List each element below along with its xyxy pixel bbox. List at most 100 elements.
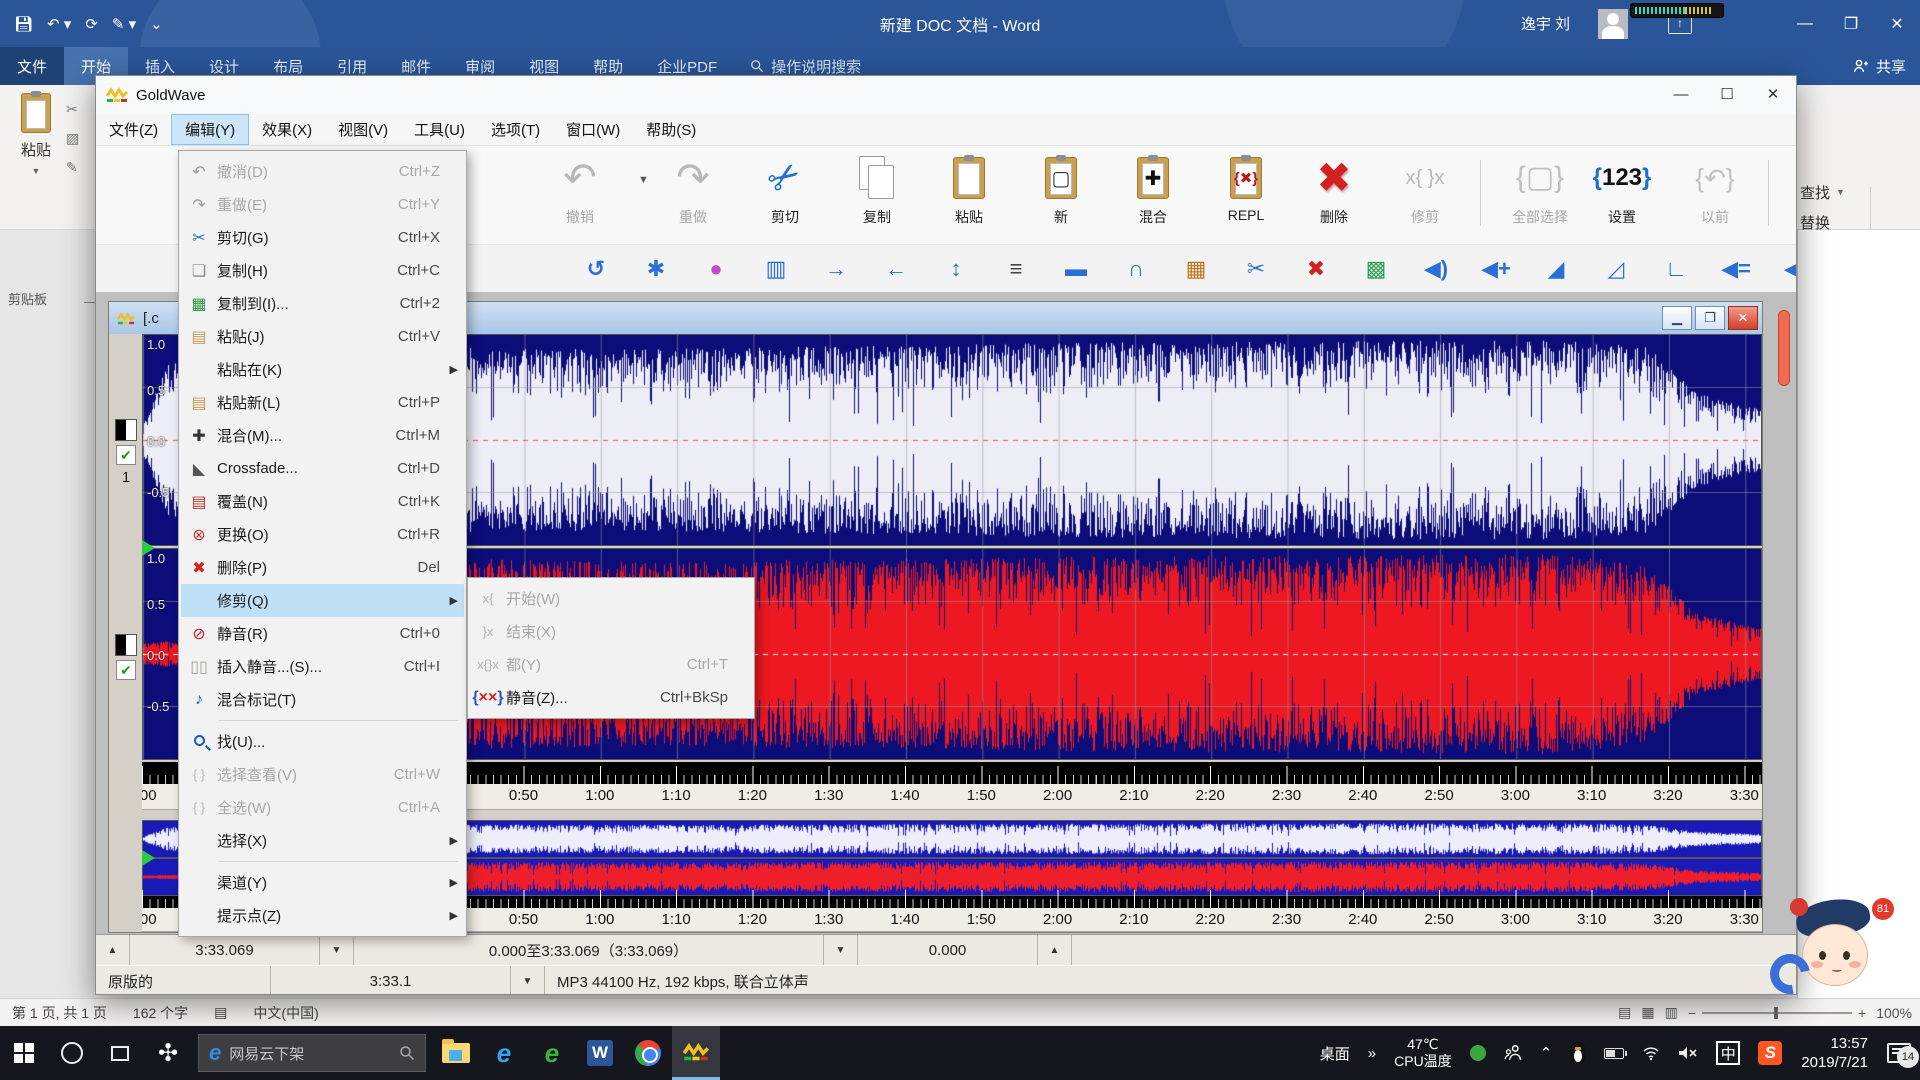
wifi-icon[interactable] bbox=[1633, 1026, 1669, 1080]
ime-indicator[interactable]: 中 bbox=[1707, 1026, 1749, 1080]
notification-center-icon[interactable]: 14 bbox=[1878, 1026, 1920, 1080]
print-layout-icon[interactable]: ▦ bbox=[1641, 1004, 1654, 1021]
battery-icon[interactable] bbox=[1595, 1026, 1633, 1080]
user-name[interactable]: 逸宇 刘 bbox=[1521, 0, 1570, 47]
effect-cut-small-icon[interactable]: ✂ bbox=[1239, 252, 1273, 286]
channel-view-icon[interactable] bbox=[115, 634, 137, 656]
toolbar-select-all-button[interactable]: {▢}全部选择 bbox=[1494, 152, 1586, 238]
effect-undo-small-icon[interactable]: ↺ bbox=[579, 252, 613, 286]
edit-menu-item-复制到(I)...[interactable]: ▦复制到(I)...Ctrl+2 bbox=[181, 287, 464, 320]
effect-fade-corner-icon[interactable]: ◿ bbox=[1599, 252, 1633, 286]
gw-menu-窗口(W)[interactable]: 窗口(W) bbox=[553, 114, 633, 145]
green-status-icon[interactable] bbox=[1461, 1026, 1495, 1080]
gw-menu-选项(T)[interactable]: 选项(T) bbox=[478, 114, 553, 145]
effect-levels-icon[interactable]: ▥ bbox=[759, 252, 793, 286]
chrome-icon[interactable] bbox=[624, 1026, 672, 1080]
overflow-chevron[interactable]: » bbox=[1359, 1026, 1385, 1080]
effect-fade-down-icon[interactable]: ◢ bbox=[1539, 252, 1573, 286]
effect-speaker-alert-icon[interactable]: ◀! bbox=[1779, 252, 1797, 286]
toolbar-set-123-button[interactable]: {123}设置 bbox=[1576, 152, 1668, 238]
paste-button[interactable]: 粘贴 ▼ bbox=[10, 93, 62, 205]
toolbar-mix-button[interactable]: ✚混合 bbox=[1107, 152, 1199, 238]
word-restore-button[interactable]: ❐ bbox=[1828, 0, 1874, 47]
start-button[interactable] bbox=[0, 1026, 48, 1080]
taskbar-search-box[interactable]: e 网易云下架 bbox=[198, 1034, 426, 1072]
word-count[interactable]: 162 个字 bbox=[133, 1003, 188, 1023]
toolbar-delete-button[interactable]: ✖删除 bbox=[1288, 152, 1380, 238]
sound-restore-button[interactable]: ❐ bbox=[1695, 306, 1725, 330]
word-minimize-button[interactable]: — bbox=[1782, 0, 1828, 47]
gw-close-button[interactable]: ✕ bbox=[1750, 76, 1796, 112]
effect-speaker-icon[interactable]: ◀) bbox=[1419, 252, 1453, 286]
toolbar-undo-button[interactable]: ↶撤销 bbox=[534, 152, 626, 238]
redo-icon[interactable]: ⟳ bbox=[85, 15, 98, 33]
edit-menu-item-提示点(Z)[interactable]: 提示点(Z)▶ bbox=[181, 899, 464, 932]
word-taskbar-icon[interactable]: W bbox=[576, 1026, 624, 1080]
cut-icon[interactable]: ✂ bbox=[66, 101, 79, 118]
length-dropdown[interactable]: ▼ bbox=[320, 935, 354, 965]
effect-sliders-icon[interactable]: ≡ bbox=[999, 252, 1033, 286]
desktop-label[interactable]: 桌面 bbox=[1311, 1026, 1359, 1080]
edit-menu-item-混合标记(T)[interactable]: ♪混合标记(T) bbox=[181, 683, 464, 716]
qq-icon[interactable] bbox=[1561, 1026, 1595, 1080]
effect-corner-icon[interactable]: ∟ bbox=[1659, 252, 1693, 286]
find-button[interactable]: 查找▼ bbox=[1797, 177, 1920, 207]
gw-menu-效果(X)[interactable]: 效果(X) bbox=[249, 114, 325, 145]
trim-submenu-item-静音(Z)...[interactable]: {××}静音(Z)...Ctrl+BkSp bbox=[470, 681, 752, 714]
people-icon[interactable] bbox=[1495, 1026, 1531, 1080]
trim-submenu-item-结束(X)[interactable]: }x结束(X) bbox=[470, 615, 752, 648]
edit-menu-item-修剪(Q)[interactable]: 修剪(Q)▶ bbox=[181, 584, 464, 617]
green-browser-icon[interactable]: e bbox=[528, 1026, 576, 1080]
hidden-icons-chevron[interactable]: ⌃ bbox=[1531, 1026, 1562, 1080]
effect-pills-icon[interactable]: ▬ bbox=[1059, 252, 1093, 286]
copy-icon[interactable]: ▨ bbox=[66, 130, 79, 147]
toolbar-all-find-button[interactable]: ⌀所有 bbox=[1784, 152, 1797, 238]
sound-close-button[interactable]: ✕ bbox=[1728, 306, 1758, 330]
undo-icon[interactable]: ↶ ▾ bbox=[47, 15, 71, 33]
gw-menu-编辑(Y)[interactable]: 编辑(Y) bbox=[171, 114, 249, 145]
edit-menu-item-找(U)...[interactable]: 找(U)... bbox=[181, 725, 464, 758]
edit-menu-item-粘贴在(K)[interactable]: 粘贴在(K)▶ bbox=[181, 353, 464, 386]
effect-sparkle-icon[interactable]: ✱ bbox=[639, 252, 673, 286]
edit-menu-item-渠道(Y)[interactable]: 渠道(Y)▶ bbox=[181, 866, 464, 899]
cpu-temperature[interactable]: 47℃CPU温度 bbox=[1385, 1026, 1461, 1080]
effect-arrow-right-icon[interactable]: → bbox=[819, 252, 853, 286]
edit-menu-item-覆盖(N)[interactable]: ▤覆盖(N)Ctrl+K bbox=[181, 485, 464, 518]
edit-menu-item-混合(M)...[interactable]: ✚混合(M)...Ctrl+M bbox=[181, 419, 464, 452]
toolbar-paste-button[interactable]: 粘贴 bbox=[923, 152, 1015, 238]
avatar[interactable] bbox=[1598, 9, 1628, 39]
language-indicator[interactable]: 中文(中国) bbox=[253, 1003, 318, 1023]
save-icon[interactable]: 💾︎ bbox=[14, 15, 33, 33]
toolbar-trim-button[interactable]: x{ }x修剪 bbox=[1379, 152, 1471, 238]
edit-menu-item-选择(X)[interactable]: 选择(X)▶ bbox=[181, 824, 464, 857]
goldwave-taskbar-icon[interactable] bbox=[672, 1026, 720, 1080]
channel-enabled-checkbox[interactable]: ✔ bbox=[116, 445, 136, 465]
selection-dropdown[interactable]: ▼ bbox=[824, 935, 858, 965]
pinwheel-app-icon[interactable]: ✣ bbox=[144, 1026, 192, 1080]
ink-pen-icon[interactable]: ✎ ▾ bbox=[112, 15, 136, 33]
format-painter-icon[interactable]: ✎ bbox=[66, 159, 79, 176]
edit-menu-item-撤消(D)[interactable]: ↶撤消(D)Ctrl+Z bbox=[181, 155, 464, 188]
effect-arrow-updown-icon[interactable]: ↕ bbox=[939, 252, 973, 286]
proofing-icon[interactable]: ▤ bbox=[214, 1004, 227, 1021]
edit-menu-item-粘贴新(L)[interactable]: ▤粘贴新(L)Ctrl+P bbox=[181, 386, 464, 419]
gw-menu-工具(U)[interactable]: 工具(U) bbox=[401, 114, 478, 145]
edit-menu-item-全选(W)[interactable]: { }全选(W)Ctrl+A bbox=[181, 791, 464, 824]
goldwave-titlebar[interactable]: GoldWave — ☐ ✕ bbox=[96, 76, 1796, 114]
internet-explorer-icon[interactable]: e bbox=[480, 1026, 528, 1080]
length-spin-up[interactable]: ▲ bbox=[96, 935, 130, 965]
file-explorer-icon[interactable] bbox=[432, 1026, 480, 1080]
length-value[interactable]: 3:33.069 bbox=[130, 935, 320, 965]
sogou-icon[interactable]: S bbox=[1749, 1026, 1791, 1080]
duration-value[interactable]: 3:33.1 bbox=[271, 966, 511, 995]
page-indicator[interactable]: 第 1 页, 共 1 页 bbox=[12, 1003, 107, 1023]
effect-color-wheel-icon[interactable]: ● bbox=[699, 252, 733, 286]
trim-submenu-item-开始(W)[interactable]: x{开始(W) bbox=[470, 582, 752, 615]
effect-speaker-eq-icon[interactable]: ◀= bbox=[1719, 252, 1753, 286]
gw-menu-文件(Z)[interactable]: 文件(Z) bbox=[96, 114, 171, 145]
gw-minimize-button[interactable]: — bbox=[1658, 76, 1704, 112]
channel-view-icon[interactable] bbox=[115, 419, 137, 441]
effect-arch-icon[interactable]: ∩ bbox=[1119, 252, 1153, 286]
toolbar-repl-button[interactable]: {✖}REPL bbox=[1200, 152, 1292, 238]
position-spin-up[interactable]: ▲ bbox=[1038, 935, 1072, 965]
